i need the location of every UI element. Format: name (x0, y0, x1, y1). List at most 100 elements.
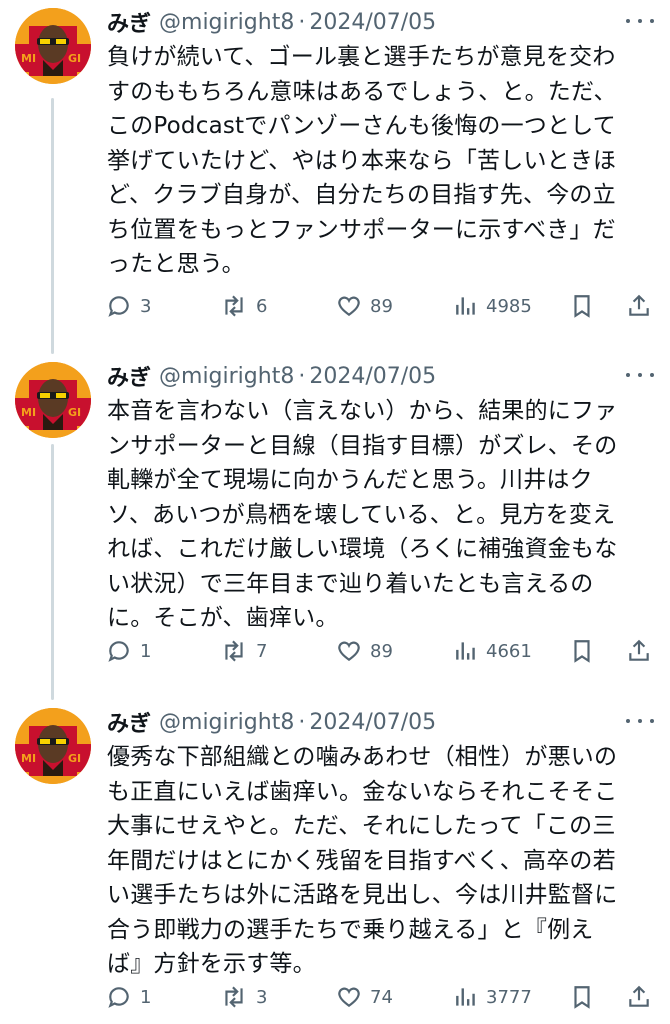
like-button[interactable]: 74 (336, 981, 393, 1013)
repost-arrows-icon (225, 640, 243, 662)
heart-icon (338, 641, 360, 661)
separator-dot: · (298, 363, 306, 389)
bar-chart-icon (456, 297, 475, 315)
reply-count: 1 (140, 640, 152, 662)
tweet-text-line: 大事にせえやと。ただ、それにしたって「この三 (107, 813, 616, 839)
avatar[interactable]: MI GI (15, 708, 91, 784)
svg-text:GI: GI (68, 406, 81, 419)
tweet-date[interactable]: 2024/07/05 (309, 710, 436, 735)
display-name[interactable]: みぎ (107, 6, 151, 38)
share-upload-icon (629, 294, 649, 316)
action-bar: 3 6 89 4985 (0, 290, 670, 322)
display-name[interactable]: みぎ (107, 360, 151, 392)
tweet-text-line: 負けが続いて、ゴール裏と選手たちが意見を交わ (107, 44, 616, 70)
display-name[interactable]: みぎ (107, 706, 151, 738)
heart-icon (338, 296, 360, 316)
svg-text:MI: MI (21, 52, 36, 65)
share-button[interactable] (626, 981, 652, 1013)
repost-arrows-icon (225, 295, 243, 317)
views-button[interactable]: 4661 (454, 635, 532, 667)
tweet-text-line: 挙げていたけど、やはり本来なら「苦しいときほ (107, 147, 617, 174)
bar-chart-icon (456, 988, 475, 1006)
like-count: 74 (370, 986, 393, 1008)
speech-bubble-icon (108, 641, 129, 662)
tweet-text: 負けが続いて、ゴール裏と選手たちが意見を交わ すのももちろん意味はあるでしょう、… (107, 40, 642, 282)
tweet-header: みぎ @migiright8 · 2024/07/05 (107, 4, 436, 40)
share-button[interactable] (626, 635, 652, 667)
user-handle[interactable]: @migiright8 (159, 364, 294, 389)
bar-chart-icon (456, 642, 475, 660)
svg-text:GI: GI (68, 52, 81, 65)
repost-button[interactable]: 3 (220, 981, 267, 1013)
repost-arrows-icon (225, 986, 243, 1008)
tweet-text-line: ンサポーターと目線（目指す目標）がズレ、その (107, 432, 618, 459)
more-dots-icon[interactable] (626, 714, 654, 728)
bookmark-icon (574, 295, 590, 318)
heart-icon (338, 987, 360, 1007)
avatar[interactable]: MI GI (15, 362, 91, 438)
reply-count: 1 (140, 986, 152, 1008)
tweet-text-line: 優秀な下部組織との噛みあわせ（相性）が悪いの (107, 744, 618, 770)
speech-bubble-icon (108, 987, 129, 1008)
reply-button[interactable]: 3 (106, 290, 151, 322)
tweet-text: 優秀な下部組織との噛みあわせ（相性）が悪いの も正直にいえば歯痒い。金ないならそ… (107, 740, 642, 982)
like-count: 89 (370, 640, 393, 662)
tweet[interactable]: MI GI みぎ @migiright8 · 2024/07/05 本音を言わな… (0, 354, 670, 684)
tweet-text-line: 本音を言わない（言えない）から、結果的にファ (107, 398, 618, 424)
tweet-text-line: い選手たちは外に活路を見出し、今は川井監督に (107, 882, 618, 908)
svg-text:MI: MI (21, 406, 36, 419)
bookmark-icon (574, 986, 590, 1009)
like-button[interactable]: 89 (336, 635, 393, 667)
svg-text:GI: GI (68, 752, 81, 765)
speech-bubble-icon (108, 296, 129, 317)
tweet-text-line: も正直にいえば歯痒い。金ないならそれこそそこ (107, 778, 618, 805)
tweet-header: みぎ @migiright8 · 2024/07/05 (107, 358, 436, 394)
avatar[interactable]: MI GI (15, 8, 91, 84)
user-handle[interactable]: @migiright8 (159, 710, 294, 735)
share-button[interactable] (626, 290, 652, 322)
more-dots-icon[interactable] (626, 14, 654, 28)
tweet-text-line: 合う即戦力の選手たちで乗り越える」と『例え (107, 916, 594, 943)
views-button[interactable]: 3777 (454, 981, 532, 1013)
bookmark-icon (574, 640, 590, 663)
tweet[interactable]: MI GI みぎ @migiright8 · 2024/07/05 負けが続いて… (0, 0, 670, 340)
repost-button[interactable]: 6 (220, 290, 267, 322)
share-upload-icon (629, 985, 649, 1007)
bookmark-button[interactable] (570, 290, 594, 322)
repost-count: 7 (256, 640, 268, 662)
tweet-text: 本音を言わない（言えない）から、結果的にファ ンサポーターと目線（目指す目標）が… (107, 394, 642, 636)
views-button[interactable]: 4985 (454, 290, 532, 322)
tweet-date[interactable]: 2024/07/05 (309, 364, 436, 389)
tweet-text-line: ソ、あいつが鳥栖を壊している、と。見方を変え (107, 501, 616, 528)
tweet-text-line: ち位置をもっとファンサポーターに示すべき」だ (107, 216, 616, 243)
repost-count: 6 (256, 295, 268, 317)
repost-button[interactable]: 7 (220, 635, 267, 667)
action-bar: 1 7 89 4661 (0, 635, 670, 667)
tweet-text-line: このPodcastでパンゾーさんも後悔の一つとして (107, 113, 616, 139)
tweet-date[interactable]: 2024/07/05 (309, 10, 436, 35)
separator-dot: · (298, 709, 306, 735)
tweet-text-line: い状況）で三年目まで辿り着いたとも言えるの (107, 570, 594, 597)
like-button[interactable]: 89 (336, 290, 393, 322)
more-dots-icon[interactable] (626, 368, 654, 382)
tweet-text-line: 軋轢が全て現場に向かうんだと思う。川井はク (107, 467, 593, 493)
like-count: 89 (370, 295, 393, 317)
tweet-text-line: ど、クラブ自身が、自分たちの目指す先、今の立 (107, 182, 616, 208)
reply-button[interactable]: 1 (106, 635, 151, 667)
bookmark-button[interactable] (570, 635, 594, 667)
reply-count: 3 (140, 295, 152, 317)
tweet-text-line: すのももちろん意味はあるでしょう、と。ただ、 (107, 78, 617, 105)
bookmark-button[interactable] (570, 981, 594, 1013)
tweet[interactable]: MI GI みぎ @migiright8 · 2024/07/05 優秀な下部組… (0, 700, 670, 1024)
reply-button[interactable]: 1 (106, 981, 151, 1013)
views-count: 3777 (486, 986, 532, 1008)
separator-dot: · (298, 9, 306, 35)
views-count: 4985 (486, 295, 532, 317)
tweet-header: みぎ @migiright8 · 2024/07/05 (107, 704, 436, 740)
user-handle[interactable]: @migiright8 (159, 10, 294, 35)
tweet-text-line: ば』方針を示す等。 (107, 951, 316, 977)
action-bar: 1 3 74 3777 (0, 981, 670, 1013)
share-upload-icon (629, 639, 649, 661)
tweet-text-line: れば、これだけ厳しい環境（ろくに補強資金もな (107, 536, 618, 562)
views-count: 4661 (486, 640, 532, 662)
